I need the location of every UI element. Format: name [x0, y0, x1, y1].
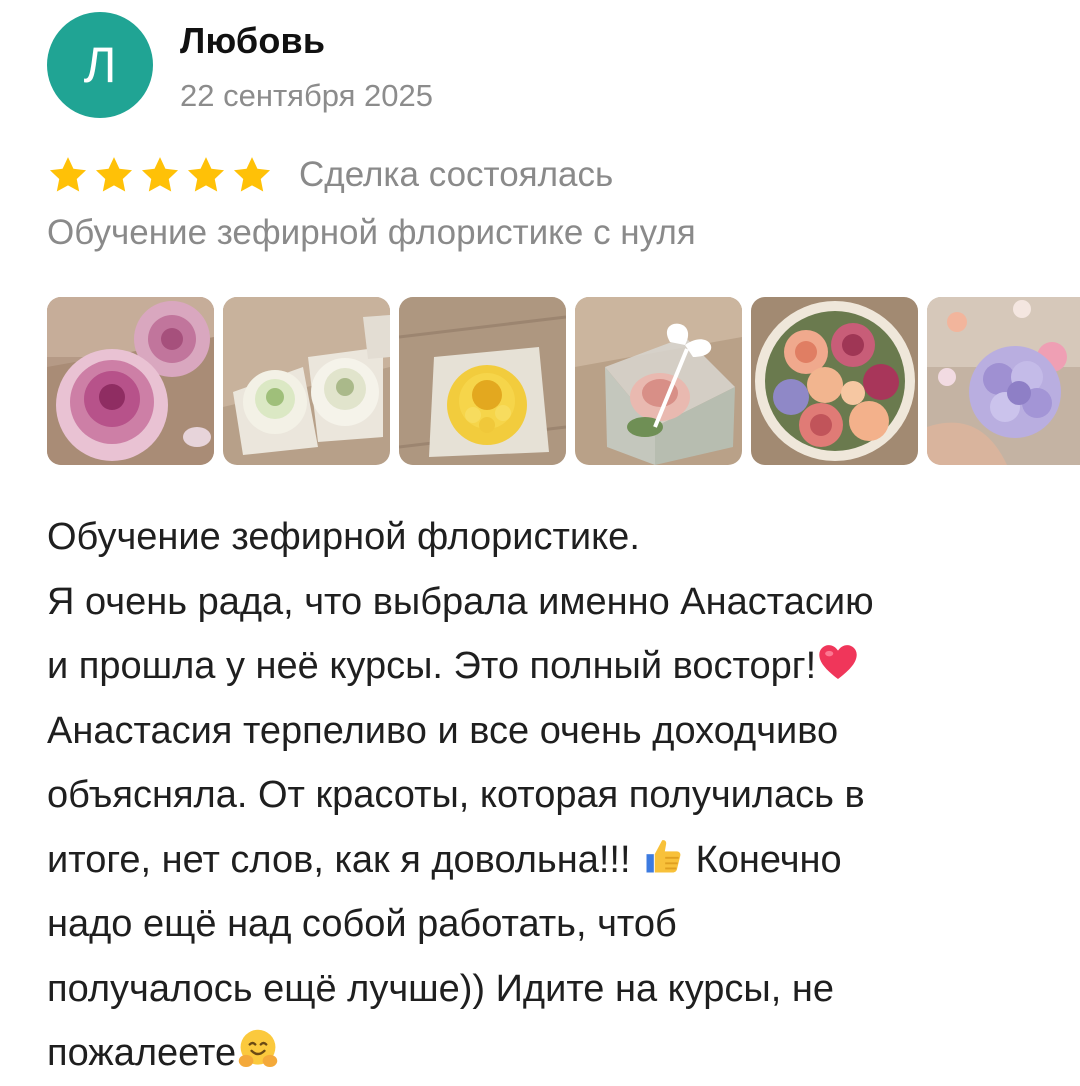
review-text: Обучение зефирной флористике. Я очень ра…	[47, 505, 1057, 1086]
review-text-fragment: Конечно	[685, 838, 842, 881]
pink-peony-photo[interactable]	[47, 297, 214, 465]
review-text-line: и прошла у неё курсы. Это полный восторг…	[47, 634, 1057, 699]
review-card: Л Любовь 22 сентября 2025 Сделка состоял…	[0, 0, 1080, 1086]
author-name[interactable]: Любовь	[180, 20, 325, 62]
review-text-line: итоге, нет слов, как я довольна!!! Конеч…	[47, 828, 1057, 893]
review-text-line: Анастасия терпеливо и все очень доходчив…	[47, 709, 839, 752]
star-icon	[141, 157, 179, 192]
review-text-fragment: пожалеете	[47, 1032, 237, 1074]
white-roses-photo[interactable]	[223, 297, 390, 465]
hugging-face-emoji-icon	[236, 1027, 280, 1071]
review-text-line: Обучение зефирной флористике.	[47, 516, 640, 558]
review-text-fragment: итоге, нет слов, как я довольна!!!	[47, 838, 642, 881]
author-avatar[interactable]: Л	[47, 12, 153, 118]
review-text-line: Я очень рада, что выбрала именно Анастас…	[47, 580, 874, 623]
review-text-line: пожалеете	[47, 1021, 1057, 1086]
review-text-line: надо ещё над собой работать, чтоб	[47, 903, 677, 945]
review-date: 22 сентября 2025	[180, 78, 433, 113]
item-title-link[interactable]: Обучение зефирной флористике с нуля	[47, 213, 696, 253]
red-heart-emoji-icon	[816, 640, 860, 684]
star-icon	[233, 157, 271, 192]
lilac-hydrangea-photo[interactable]	[927, 297, 1080, 465]
deal-status: Сделка состоялась	[299, 155, 614, 194]
star-icon	[187, 157, 225, 192]
review-text-line: получалось ещё лучше)) Идите на курсы, н…	[47, 967, 834, 1010]
star-rating	[47, 154, 273, 196]
avatar-initial: Л	[83, 37, 117, 93]
review-text-line: объясняла. От красоты, которая получилас…	[47, 774, 865, 816]
review-text-fragment: и прошла у неё курсы. Это полный восторг…	[47, 645, 817, 687]
thumbs-up-emoji-icon	[641, 834, 685, 878]
star-icon	[49, 157, 87, 192]
flower-box-bouquet-photo[interactable]	[751, 297, 918, 465]
star-icon	[95, 157, 133, 192]
rating-row: Сделка состоялась	[47, 150, 613, 200]
gift-box-rose-photo[interactable]	[575, 297, 742, 465]
photo-gallery[interactable]	[47, 297, 1080, 465]
yellow-chrysanthemum-photo[interactable]	[399, 297, 566, 465]
